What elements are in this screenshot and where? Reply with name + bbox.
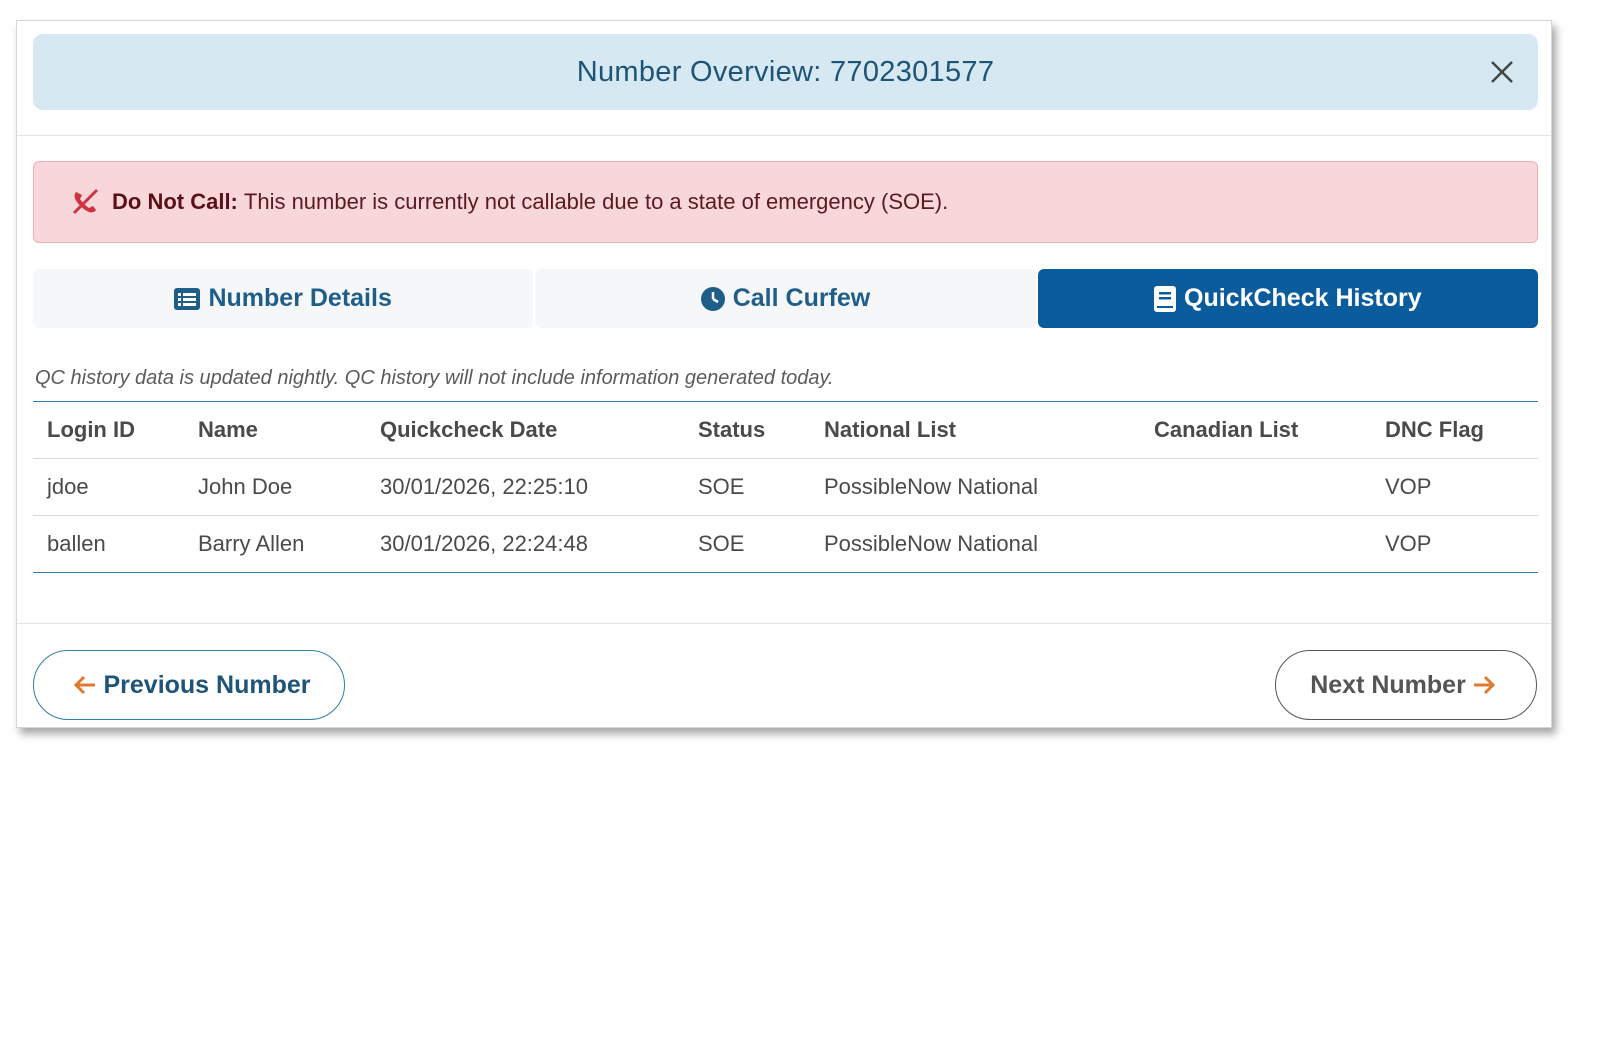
- qc-history-table-wrap: Login ID Name Quickcheck Date Status Nat…: [33, 401, 1538, 573]
- cell-canadian-list: [1140, 515, 1371, 573]
- list-icon: [174, 287, 201, 310]
- tab-label: QuickCheck History: [1184, 284, 1422, 312]
- cell-dnc-flag: VOP: [1371, 515, 1538, 573]
- cell-dnc-flag: VOP: [1371, 458, 1538, 516]
- cell-national-list: PossibleNow National: [810, 458, 1140, 516]
- arrow-right-icon: [1473, 675, 1495, 695]
- cell-quickcheck-date: 30/01/2026, 22:24:48: [366, 515, 684, 573]
- alert-title: Do Not Call:: [112, 189, 238, 214]
- qc-history-table: Login ID Name Quickcheck Date Status Nat…: [33, 401, 1538, 573]
- table-header-row: Login ID Name Quickcheck Date Status Nat…: [33, 401, 1538, 459]
- close-icon[interactable]: [1488, 58, 1516, 86]
- column-header: Status: [684, 401, 810, 459]
- next-number-label: Next Number: [1310, 670, 1466, 699]
- cell-status: SOE: [684, 458, 810, 516]
- cell-name: John Doe: [184, 458, 366, 516]
- header-divider: [17, 135, 1551, 136]
- previous-number-label: Previous Number: [103, 670, 311, 699]
- alert-message: This number is currently not callable du…: [243, 189, 949, 214]
- column-header: Name: [184, 401, 366, 459]
- do-not-call-alert: Do Not Call: This number is currently no…: [33, 161, 1538, 243]
- cell-canadian-list: [1140, 458, 1371, 516]
- cell-name: Barry Allen: [184, 515, 366, 573]
- footer-divider: [17, 623, 1551, 624]
- book-icon: [1154, 285, 1177, 312]
- tab-quickcheck-history[interactable]: QuickCheck History: [1037, 269, 1538, 328]
- previous-number-button[interactable]: Previous Number: [33, 650, 345, 720]
- modal-title: Number Overview: 7702301577: [576, 55, 995, 88]
- column-header: National List: [810, 401, 1140, 459]
- tab-label: Call Curfew: [732, 284, 871, 312]
- table-row: ballen Barry Allen 30/01/2026, 22:24:48 …: [33, 515, 1538, 573]
- tab-call-curfew[interactable]: Call Curfew: [535, 269, 1036, 328]
- cell-quickcheck-date: 30/01/2026, 22:25:10: [366, 458, 684, 516]
- number-overview-modal: Number Overview: 7702301577 Do Not Call:…: [16, 20, 1552, 728]
- arrow-left-icon: [74, 675, 96, 695]
- modal-header: Number Overview: 7702301577: [33, 34, 1538, 110]
- cell-status: SOE: [684, 515, 810, 573]
- tab-bar: Number Details Call Curfew QuickCheck Hi…: [33, 269, 1538, 328]
- cell-national-list: PossibleNow National: [810, 515, 1140, 573]
- column-header: Canadian List: [1140, 401, 1371, 459]
- phone-slash-icon: [72, 188, 99, 215]
- column-header: Quickcheck Date: [366, 401, 684, 459]
- qc-history-note: QC history data is updated nightly. QC h…: [35, 367, 834, 389]
- cell-login-id: ballen: [33, 515, 184, 573]
- clock-icon: [700, 286, 725, 311]
- cell-login-id: jdoe: [33, 458, 184, 516]
- next-number-button[interactable]: Next Number: [1275, 650, 1537, 720]
- column-header: DNC Flag: [1371, 401, 1538, 459]
- tab-number-details[interactable]: Number Details: [33, 269, 534, 328]
- tab-label: Number Details: [208, 284, 392, 312]
- table-row: jdoe John Doe 30/01/2026, 22:25:10 SOE P…: [33, 458, 1538, 516]
- column-header: Login ID: [33, 401, 184, 459]
